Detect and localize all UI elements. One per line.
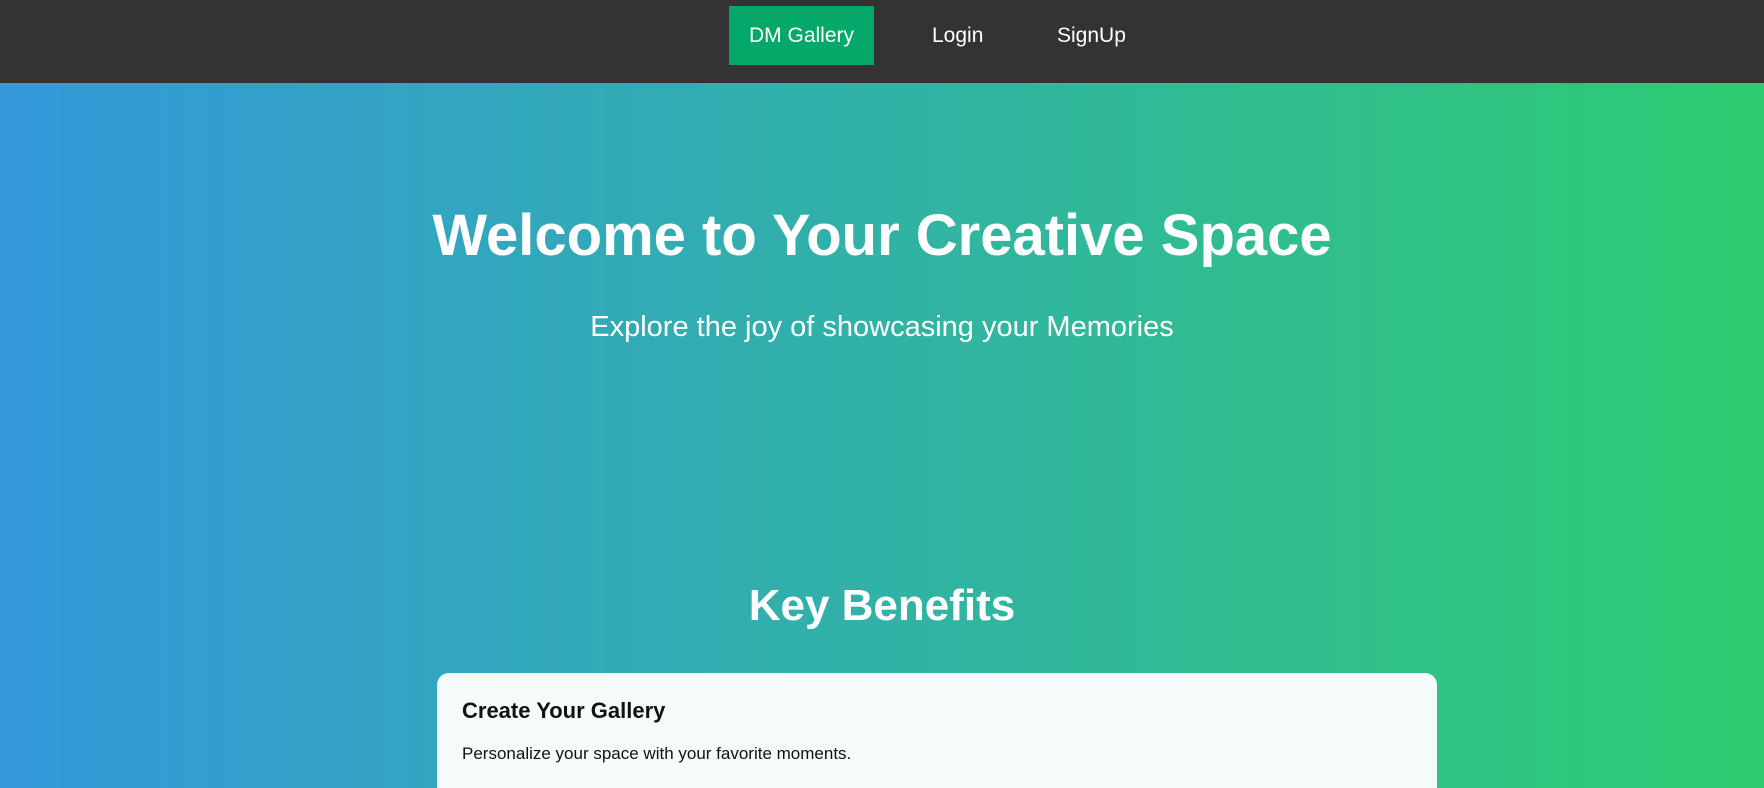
top-navbar: DM Gallery Login SignUp bbox=[0, 0, 1764, 83]
hero-subtitle: Explore the joy of showcasing your Memor… bbox=[590, 311, 1174, 343]
hero-section: Welcome to Your Creative Space Explore t… bbox=[0, 83, 1764, 788]
nav-brand-link[interactable]: DM Gallery bbox=[729, 6, 875, 65]
benefit-card-title: Create Your Gallery bbox=[462, 698, 666, 723]
benefits-heading: Key Benefits bbox=[748, 581, 1016, 630]
benefit-card: Create Your Gallery Personalize your spa… bbox=[437, 673, 1437, 788]
nav-signup-link[interactable]: SignUp bbox=[1037, 6, 1146, 65]
nav-login-link[interactable]: Login bbox=[912, 6, 1003, 65]
benefit-card-description: Personalize your space with your favorit… bbox=[462, 744, 852, 763]
hero-title: Welcome to Your Creative Space bbox=[432, 203, 1332, 268]
